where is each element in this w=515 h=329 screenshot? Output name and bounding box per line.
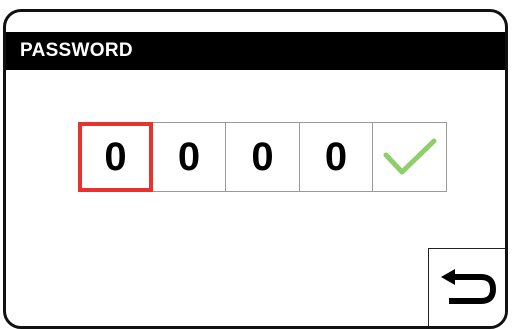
pin-digit-2[interactable]: 0 — [151, 122, 227, 192]
pin-digit-3[interactable]: 0 — [225, 122, 300, 192]
page-title: PASSWORD — [6, 32, 505, 70]
back-button[interactable] — [428, 248, 505, 326]
pin-digit-1[interactable]: 0 — [78, 122, 153, 192]
device-screen: PASSWORD 0 0 0 0 — [3, 9, 508, 329]
return-arrow-icon — [441, 269, 497, 304]
pin-entry: 0 0 0 0 — [78, 122, 447, 192]
confirm-button[interactable] — [372, 122, 447, 192]
checkmark-icon — [383, 138, 436, 175]
pin-digit-4[interactable]: 0 — [298, 122, 374, 192]
